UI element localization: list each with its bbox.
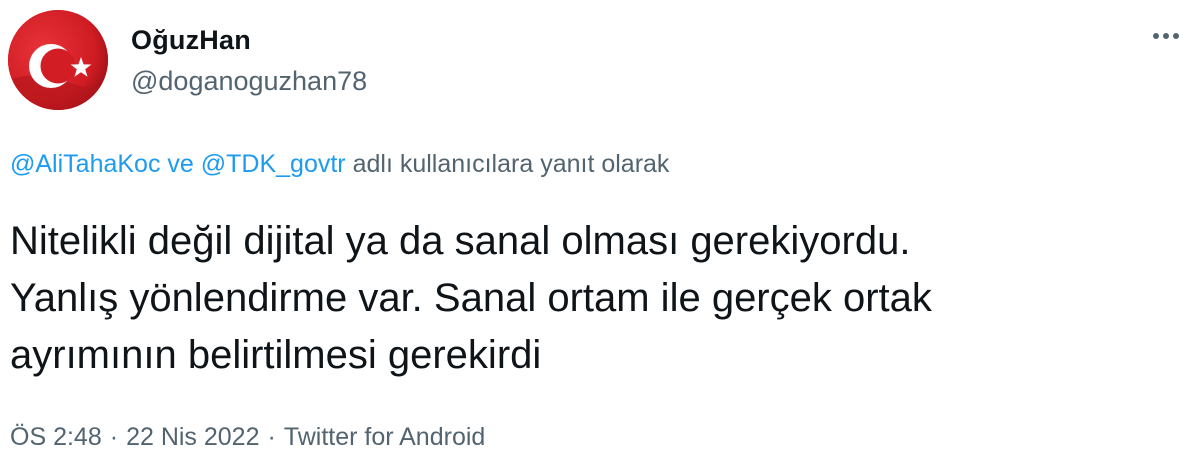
- turkish-flag-avatar-icon: [8, 10, 108, 110]
- author-handle[interactable]: @doganoguzhan78: [131, 66, 367, 97]
- avatar[interactable]: [8, 10, 108, 110]
- reply-conjunction: ve: [167, 150, 194, 178]
- tweet-text-line: Nitelikli değil dijital ya da sanal olma…: [10, 219, 911, 263]
- tweet-date[interactable]: 22 Nis 2022: [126, 423, 259, 451]
- reply-context-suffix: adlı kullanıcılara yanıt olarak: [352, 150, 670, 178]
- more-horizontal-icon-dot: [1163, 33, 1169, 39]
- tweet-time[interactable]: ÖS 2:48: [10, 423, 102, 451]
- reply-context: @AliTahaKoc ve @TDK_govtr adlı kullanıcı…: [10, 150, 669, 179]
- more-horizontal-icon: [1153, 33, 1159, 39]
- meta-separator: ·: [109, 423, 119, 451]
- tweet-source[interactable]: Twitter for Android: [284, 423, 485, 451]
- tweet-text: Nitelikli değil dijital ya da sanal olma…: [10, 213, 1180, 384]
- meta-separator: ·: [267, 423, 276, 451]
- tweet-text-line: Yanlış yönlendirme var. Sanal ortam ile …: [10, 276, 932, 320]
- tweet-meta: ÖS 2:48 · 22 Nis 2022 · Twitter for Android: [10, 423, 485, 452]
- reply-mention-link[interactable]: @TDK_govtr: [201, 150, 346, 178]
- reply-mention-link[interactable]: @AliTahaKoc: [10, 150, 160, 178]
- tweet-text-line: ayrımının belirtilmesi gerekirdi: [10, 333, 542, 377]
- author-display-name[interactable]: OğuzHan: [131, 25, 251, 56]
- more-horizontal-icon-dot: [1173, 33, 1179, 39]
- more-options-button[interactable]: [1146, 22, 1186, 50]
